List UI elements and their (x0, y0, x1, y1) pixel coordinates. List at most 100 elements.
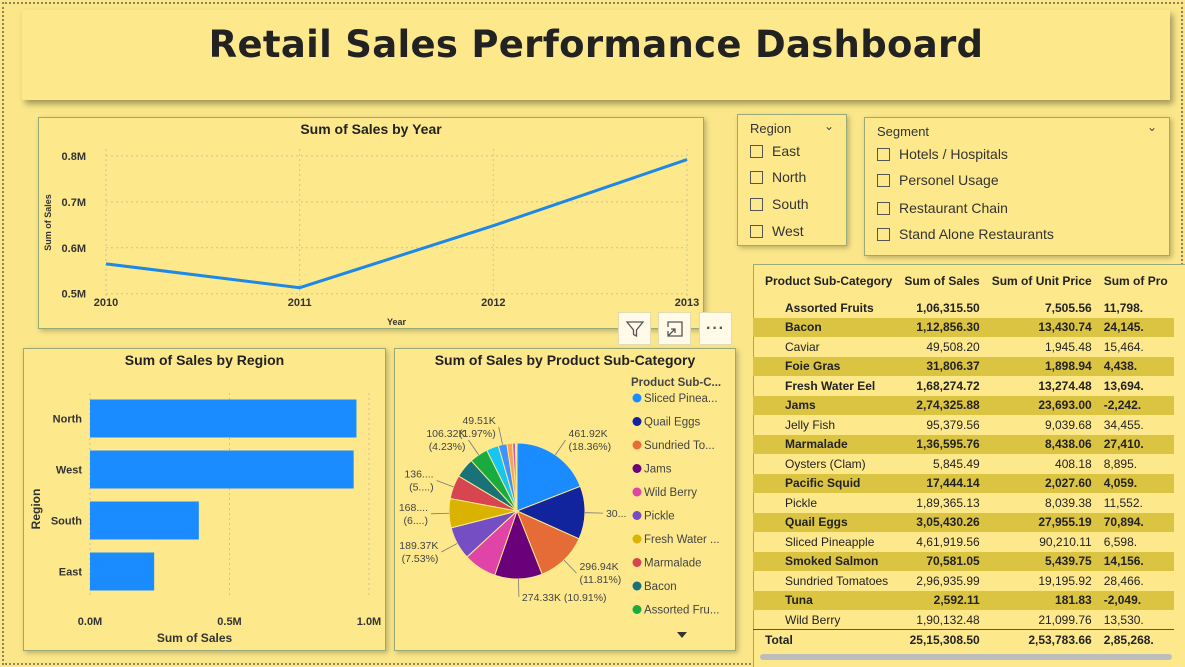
table-row[interactable]: Pacific Squid 17,444.14 2,027.60 4,059. (753, 473, 1174, 493)
table-cell: 49,508.20 (926, 339, 980, 354)
chevron-down-icon[interactable]: ⌄ (824, 119, 834, 133)
table-cell: Fresh Water Eel (785, 378, 876, 393)
segment-option-hotels[interactable]: Hotels / Hospitals (877, 146, 1008, 162)
table-row[interactable]: Foie Gras 31,806.37 1,898.94 4,438. (753, 356, 1174, 376)
table-header-sales[interactable]: Sum of Sales (898, 264, 985, 298)
bar-chart-card[interactable]: Sum of Sales by Region 0.0M 0.5M 1.0M North… (23, 348, 386, 651)
pie-data-label: (5....) (409, 481, 434, 493)
checkbox-icon[interactable] (750, 197, 763, 211)
bar-north[interactable] (90, 399, 357, 438)
table-total-cell: Total (753, 629, 899, 650)
checkbox-icon[interactable] (877, 201, 890, 215)
chevron-down-icon[interactable]: ⌄ (1147, 120, 1157, 134)
bar-east[interactable] (90, 552, 155, 591)
table-scrollbar[interactable] (760, 654, 1172, 660)
legend-item: Pickle (644, 511, 675, 523)
table-cell: 1,12,856.30 (898, 317, 986, 337)
checkbox-icon[interactable] (877, 227, 890, 241)
table-row[interactable]: Tuna 2,592.11 181.83 -2,049. (753, 590, 1174, 610)
legend-marker (632, 558, 642, 567)
segment-option-stand-alone[interactable]: Stand Alone Restaurants (877, 226, 1054, 242)
table-cell: 1,898.94 (985, 356, 1098, 376)
bar-west[interactable] (90, 450, 354, 489)
table-row[interactable]: Jelly Fish 95,379.56 9,039.68 34,455. (753, 415, 1174, 435)
title-banner: Retail Sales Performance Dashboard (22, 10, 1170, 100)
table-cell: Marmalade (753, 434, 899, 454)
region-slicer[interactable]: Region ⌄ East North South West (737, 114, 847, 246)
table-cell: Assorted Fruits (785, 300, 874, 315)
table-cell: Sliced Pineapple (785, 534, 875, 549)
checkbox-icon[interactable] (750, 170, 763, 184)
table-header-category[interactable]: Product Sub-Category (753, 264, 898, 298)
pie-chart: 461.92K(18.36%) 30... 296.94K(11.81%) 274.3… (399, 377, 721, 638)
table-cell: Wild Berry (785, 612, 841, 627)
table-row[interactable]: Oysters (Clam) 5,845.49 408.18 8,895. (753, 454, 1174, 474)
region-option-south[interactable]: South (750, 196, 809, 212)
table-cell: 181.83 (985, 590, 1098, 610)
legend-item: Quail Eggs (644, 417, 701, 429)
table-header-unit-price[interactable]: Sum of Unit Price (986, 264, 1098, 298)
y-tick-label: East (59, 567, 83, 579)
table-cell: 8,039.38 (1045, 495, 1092, 510)
table-visual[interactable]: Product Sub-Category Sum of Sales Sum of… (753, 264, 1185, 667)
table-row[interactable]: Pickle 1,89,365.13 8,039.38 11,552. (753, 493, 1174, 513)
line-chart-card[interactable]: Sum of Sales by Year 0.5M 0.6M 0.7M 0.8M 201… (38, 117, 704, 329)
table-row[interactable]: Bacon 1,12,856.30 13,430.74 24,145. (753, 317, 1174, 337)
leader-line (498, 426, 503, 445)
leader-line (431, 512, 450, 515)
checkbox-icon[interactable] (877, 147, 890, 161)
table-row[interactable]: Sundried Tomatoes 2,96,935.99 19,195.92 28,… (753, 571, 1174, 591)
y-tick-label: South (51, 516, 82, 528)
table-row[interactable]: Wild Berry 1,90,132.48 21,099.76 13,530. (753, 610, 1174, 630)
legend-marker (632, 534, 642, 544)
table-cell: 13,274.48 (1038, 378, 1092, 393)
leader-line (563, 559, 577, 574)
checkbox-icon[interactable] (877, 173, 890, 187)
filter-button[interactable] (618, 312, 651, 345)
legend-item: Sliced Pinea... (644, 393, 718, 405)
x-tick-label: 0.5M (217, 616, 241, 628)
table-row[interactable]: Sliced Pineapple 4,61,919.56 90,210.11 6,59… (753, 532, 1174, 552)
segment-slicer[interactable]: Segment ⌄ Hotels / Hospitals Personel Us… (864, 117, 1170, 256)
bar-south[interactable] (90, 501, 199, 540)
table-cell: 8,438.06 (985, 434, 1098, 454)
table-row[interactable]: Marmalade 1,36,595.76 8,438.06 27,410. (753, 434, 1174, 454)
table-cell: 90,210.11 (1039, 534, 1092, 549)
table-row[interactable]: Smoked Salmon 70,581.05 5,439.75 14,156. (753, 551, 1174, 571)
segment-option-restaurant-chain[interactable]: Restaurant Chain (877, 200, 1008, 216)
table-row[interactable]: Caviar 49,508.20 1,945.48 15,464. (753, 337, 1174, 357)
focus-mode-button[interactable] (658, 312, 691, 345)
table-total-cell: 2,53,783.66 (985, 629, 1098, 650)
legend-item: Jams (644, 464, 672, 476)
legend-marker (632, 440, 642, 450)
table-header-profit[interactable]: Sum of Pro (1098, 264, 1174, 298)
table-row[interactable]: Quail Eggs 3,05,430.26 27,955.19 70,894. (753, 512, 1174, 532)
region-option-west[interactable]: West (750, 223, 804, 239)
legend-item: Marmalade (644, 558, 702, 570)
table-cell: 13,430.74 (985, 317, 1098, 337)
table-row[interactable]: Jams 2,74,325.88 23,693.00 -2,242. (753, 395, 1174, 415)
table-row[interactable]: Assorted Fruits 1,06,315.50 7,505.56 11,798… (753, 298, 1174, 318)
pie-chart-card[interactable]: Sum of Sales by Product Sub-Category 461… (394, 348, 736, 651)
pie-data-label: 49.51K (462, 415, 495, 427)
region-option-north[interactable]: North (750, 169, 806, 185)
table-cell: 31,806.37 (898, 356, 986, 376)
table-cell: 34,455. (1103, 417, 1144, 432)
pie-data-label: (18.36%) (569, 441, 612, 453)
segment-option-personel[interactable]: Personel Usage (877, 172, 999, 188)
legend-marker (632, 487, 642, 497)
table-cell: 5,439.75 (985, 551, 1098, 571)
more-options-button[interactable]: ··· (699, 312, 732, 345)
table-cell: 4,438. (1097, 356, 1174, 376)
region-option-east[interactable]: East (750, 143, 800, 159)
x-tick-label: 1.0M (357, 616, 381, 628)
y-tick-label: 0.5M (62, 289, 86, 301)
legend-scroll-down-icon[interactable] (677, 632, 687, 638)
legend-marker (632, 511, 642, 520)
sales-line[interactable] (105, 158, 688, 290)
y-tick-label: 0.6M (62, 243, 86, 255)
checkbox-icon[interactable] (750, 224, 763, 238)
checkbox-icon[interactable] (750, 144, 763, 158)
legend-marker (632, 417, 642, 426)
table-row[interactable]: Fresh Water Eel 1,68,274.72 13,274.48 13,69… (753, 376, 1174, 396)
